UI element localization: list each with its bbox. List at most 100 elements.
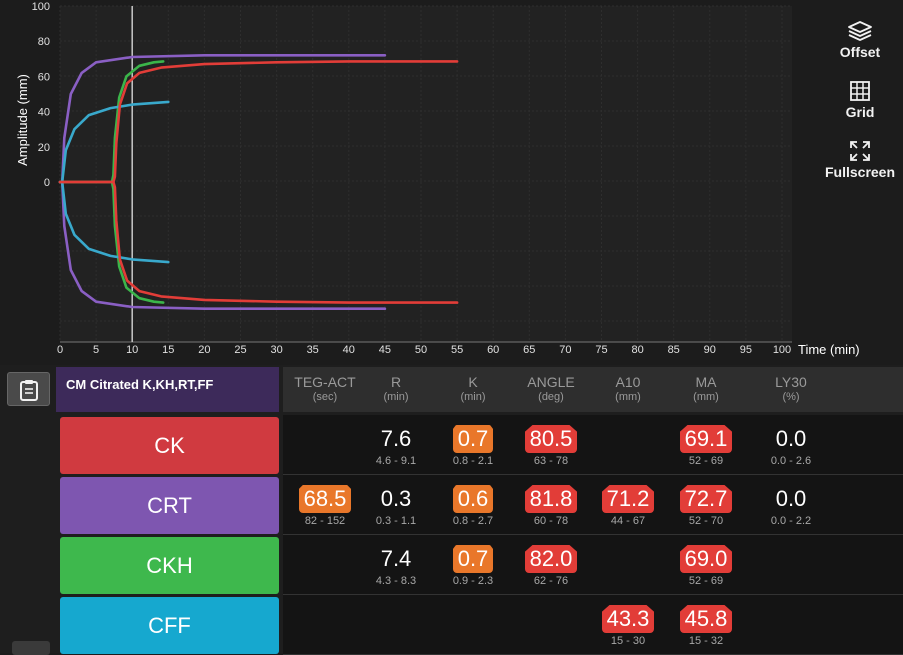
layers-icon: [848, 21, 872, 41]
column-header: LY30 (%): [775, 374, 807, 403]
offset-label: Offset: [839, 44, 881, 60]
y-tick-label: 0: [44, 177, 50, 189]
flagged-value: 81.8: [524, 485, 578, 513]
flagged-value: 0.7: [452, 425, 494, 453]
result-cell: 0.0 0.0 - 2.6: [751, 415, 831, 475]
table-row: CRT 68.5 82 - 152 0.3 0.3 - 1.1 0.6 0.8 - 2.7 8…: [56, 475, 903, 535]
column-name: K: [468, 374, 478, 390]
reference-range: 0.9 - 2.3: [452, 575, 494, 587]
x-axis-label: Time (min): [798, 342, 860, 357]
x-tick-label: 95: [740, 344, 752, 356]
fullscreen-button[interactable]: Fullscreen: [815, 140, 903, 180]
result-cell: 0.3 0.3 - 1.1: [356, 475, 436, 535]
flagged-value: 80.5: [524, 425, 578, 453]
flagged-value: 68.5: [298, 485, 352, 513]
reference-range: 62 - 76: [533, 575, 569, 587]
column-header: K (min): [460, 374, 485, 403]
result-cell: 82.0 62 - 76: [511, 535, 591, 595]
reference-range: 0.8 - 2.7: [452, 515, 494, 527]
reference-range: 82 - 152: [304, 515, 346, 527]
flagged-value: 45.8: [679, 605, 733, 633]
column-unit: (min): [383, 391, 409, 403]
x-tick-label: 90: [704, 344, 716, 356]
column-unit: (min): [460, 391, 486, 403]
result-cell: 81.8 60 - 78: [511, 475, 591, 535]
result-cell: 69.1 52 - 69: [666, 415, 746, 475]
column-header: MA (mm): [693, 374, 719, 403]
column-header: TEG-ACT (sec): [294, 374, 355, 403]
x-tick-label: 40: [343, 344, 355, 356]
assay-button[interactable]: CRT: [60, 477, 279, 534]
x-tick-label: 25: [234, 344, 246, 356]
y-tick-label: 60: [38, 71, 50, 83]
flagged-value: 0.7: [452, 545, 494, 573]
grid-label: Grid: [845, 104, 875, 120]
flagged-value: 69.1: [679, 425, 733, 453]
result-value: 0.0: [775, 486, 807, 511]
result-cell: 71.2 44 - 67: [588, 475, 668, 535]
x-tick-label: 100: [773, 344, 791, 356]
column-unit: (mm): [693, 391, 719, 403]
assay-button[interactable]: CK: [60, 417, 279, 474]
offset-button[interactable]: Offset: [815, 20, 903, 60]
grid-button[interactable]: Grid: [815, 80, 903, 120]
reference-range: 52 - 70: [688, 515, 724, 527]
result-cell: 43.3 15 - 30: [588, 595, 668, 655]
reference-range: 0.3 - 1.1: [375, 515, 417, 527]
report-button[interactable]: [7, 372, 50, 406]
reference-range: 0.0 - 2.6: [770, 455, 812, 467]
reference-range: 15 - 30: [610, 635, 646, 647]
y-tick-label: 80: [38, 36, 50, 48]
result-cell: 0.6 0.8 - 2.7: [433, 475, 513, 535]
column-unit: (mm): [615, 391, 641, 403]
reference-range: 52 - 69: [688, 455, 724, 467]
x-tick-label: 50: [415, 344, 427, 356]
grid-icon: [850, 81, 870, 101]
column-unit: (deg): [538, 391, 564, 403]
x-tick-label: 55: [451, 344, 463, 356]
y-tick-label: 100: [32, 1, 50, 13]
column-unit: (%): [782, 391, 800, 403]
test-profile-name: CM Citrated K,KH,RT,FF: [56, 367, 279, 412]
reference-range: 15 - 32: [688, 635, 724, 647]
x-tick-label: 30: [270, 344, 282, 356]
x-tick-label: 20: [198, 344, 210, 356]
assay-button[interactable]: CFF: [60, 597, 279, 654]
table-row: CKH 7.4 4.3 - 8.3 0.7 0.9 - 2.3 82.0 62 - 76 69…: [56, 535, 903, 595]
result-value: 0.3: [380, 486, 412, 511]
x-tick-label: 5: [93, 344, 99, 356]
result-cell: 0.7 0.9 - 2.3: [433, 535, 513, 595]
reference-range: 0.0 - 2.2: [770, 515, 812, 527]
reference-range: 44 - 67: [610, 515, 646, 527]
column-header: ANGLE (deg): [527, 374, 574, 403]
reference-range: 52 - 69: [688, 575, 724, 587]
flagged-value: 69.0: [679, 545, 733, 573]
table-row: CFF 43.3 15 - 30 45.8 15 - 32: [56, 595, 903, 655]
x-tick-label: 15: [162, 344, 174, 356]
result-cell: 68.5 82 - 152: [285, 475, 365, 535]
x-tick-label: 70: [559, 344, 571, 356]
x-tick-label: 60: [487, 344, 499, 356]
x-tick-label: 35: [307, 344, 319, 356]
assay-button[interactable]: CKH: [60, 537, 279, 594]
result-cell: 80.5 63 - 78: [511, 415, 591, 475]
flagged-value: 0.6: [452, 485, 494, 513]
x-tick-label: 0: [57, 344, 63, 356]
x-tick-label: 10: [126, 344, 138, 356]
reference-range: 63 - 78: [533, 455, 569, 467]
result-cell: 7.4 4.3 - 8.3: [356, 535, 436, 595]
y-tick-label: 40: [38, 107, 50, 119]
reference-range: 60 - 78: [533, 515, 569, 527]
flagged-value: 43.3: [601, 605, 655, 633]
tracing-chart: 0 5 10 15 20 25 30 35 40 45 50 55 60 65 70 75 80 85 90 95 10…: [15, 1, 860, 357]
column-name: A10: [615, 374, 641, 390]
result-cell: 7.6 4.6 - 9.1: [356, 415, 436, 475]
column-header-band: [283, 367, 903, 412]
column-header: A10 (mm): [615, 374, 641, 403]
result-cell: 0.7 0.8 - 2.1: [433, 415, 513, 475]
fullscreen-label: Fullscreen: [824, 164, 896, 180]
expand-icon: [850, 141, 870, 161]
x-tick-label: 80: [631, 344, 643, 356]
result-cell: 0.0 0.0 - 2.2: [751, 475, 831, 535]
column-name: TEG-ACT: [294, 374, 356, 390]
